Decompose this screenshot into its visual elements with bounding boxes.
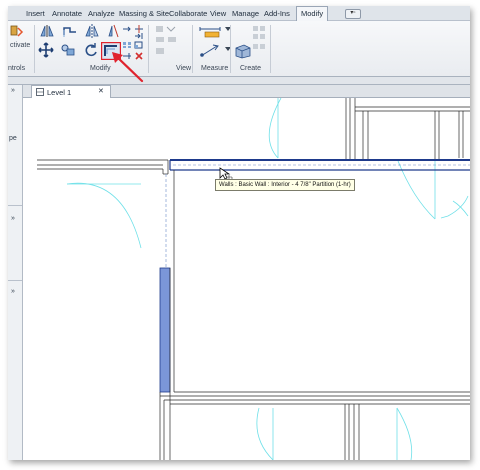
tab-annotate[interactable]: Annotate bbox=[52, 9, 82, 18]
tab-manage[interactable]: Manage bbox=[232, 9, 259, 18]
ribbon-bottom-strip bbox=[8, 77, 470, 85]
ribbon-tab-row: e Insert Annotate Analyze Massing & Site… bbox=[8, 6, 470, 21]
upper-room-walls bbox=[345, 98, 470, 161]
tab-collaborate[interactable]: Collaborate bbox=[169, 9, 207, 18]
bottom-horizontal-wall bbox=[160, 391, 470, 460]
activate-controls-icon[interactable] bbox=[10, 24, 24, 40]
selected-wall[interactable] bbox=[169, 159, 470, 171]
palette-expand-mark[interactable]: » bbox=[11, 288, 15, 295]
array-icon[interactable] bbox=[122, 41, 132, 49]
view-tab-level-1[interactable]: Level 1 ✕ bbox=[31, 85, 111, 98]
activate-label: ctivate bbox=[10, 42, 31, 49]
tab-view[interactable]: View bbox=[210, 9, 226, 18]
mirror-draw-axis-icon[interactable] bbox=[107, 24, 119, 38]
properties-palette-edge: » pe » » bbox=[8, 85, 23, 460]
palette-label-fragment: pe bbox=[9, 135, 17, 142]
palette-expand-mark[interactable]: » bbox=[11, 87, 15, 94]
door-swings bbox=[66, 98, 469, 460]
create-group-icon[interactable] bbox=[234, 43, 252, 59]
measure-panel-label: Measure bbox=[201, 65, 229, 72]
panel-separator bbox=[270, 25, 271, 73]
measure-icon[interactable] bbox=[198, 26, 224, 38]
create-similar-icon[interactable] bbox=[252, 25, 266, 55]
view-panel-label: View bbox=[176, 65, 192, 72]
pin-icon[interactable] bbox=[134, 32, 144, 40]
panel-separator bbox=[192, 25, 193, 73]
view-tab-bar: Level 1 ✕ bbox=[23, 85, 470, 98]
controls-panel-label: ntrols bbox=[8, 65, 26, 72]
ribbon-panel-area: ctivate ntrols Modify View Measure Creat… bbox=[8, 21, 470, 77]
floor-plan-icon bbox=[36, 88, 44, 98]
create-panel-label: Create bbox=[240, 65, 262, 72]
tab-massing-site[interactable]: Massing & Site bbox=[119, 9, 169, 18]
palette-divider bbox=[8, 280, 22, 281]
ribbon-expand-button[interactable]: ▾▫ bbox=[345, 9, 361, 19]
dimension-icon[interactable] bbox=[199, 44, 221, 58]
panel-separator bbox=[230, 25, 231, 73]
align-icon[interactable] bbox=[39, 24, 55, 38]
left-horizontal-wall bbox=[37, 159, 169, 175]
drawing-canvas[interactable]: Walls : Basic Wall : Interior - 4 7/8" P… bbox=[23, 98, 470, 460]
annotation-arrow-icon bbox=[112, 52, 144, 83]
panel-separator bbox=[148, 25, 149, 73]
rotate-icon[interactable] bbox=[83, 42, 99, 58]
move-icon[interactable] bbox=[38, 42, 54, 58]
scale-icon[interactable] bbox=[134, 41, 144, 49]
view-tab-label: Level 1 bbox=[47, 88, 72, 97]
palette-divider bbox=[8, 205, 22, 206]
close-icon[interactable]: ✕ bbox=[98, 87, 104, 95]
offset-icon[interactable] bbox=[62, 24, 78, 38]
tab-insert[interactable]: Insert bbox=[26, 9, 45, 18]
palette-expand-mark[interactable]: » bbox=[11, 215, 15, 222]
panel-separator bbox=[34, 25, 35, 73]
hide-element-icon[interactable] bbox=[155, 25, 181, 59]
element-tooltip: Walls : Basic Wall : Interior - 4 7/8" P… bbox=[215, 179, 355, 191]
copy-small-icon[interactable] bbox=[122, 25, 132, 33]
tab-modify[interactable]: Modify bbox=[296, 6, 329, 21]
copy-icon[interactable] bbox=[60, 43, 76, 57]
floor-plan-drawing bbox=[37, 98, 470, 460]
mirror-axis-icon[interactable] bbox=[84, 24, 100, 38]
vertical-wall[interactable] bbox=[159, 170, 175, 460]
app-window: e Insert Annotate Analyze Massing & Site… bbox=[8, 6, 470, 460]
tab-add-ins[interactable]: Add-Ins bbox=[264, 9, 290, 18]
tab-analyze[interactable]: Analyze bbox=[88, 9, 115, 18]
